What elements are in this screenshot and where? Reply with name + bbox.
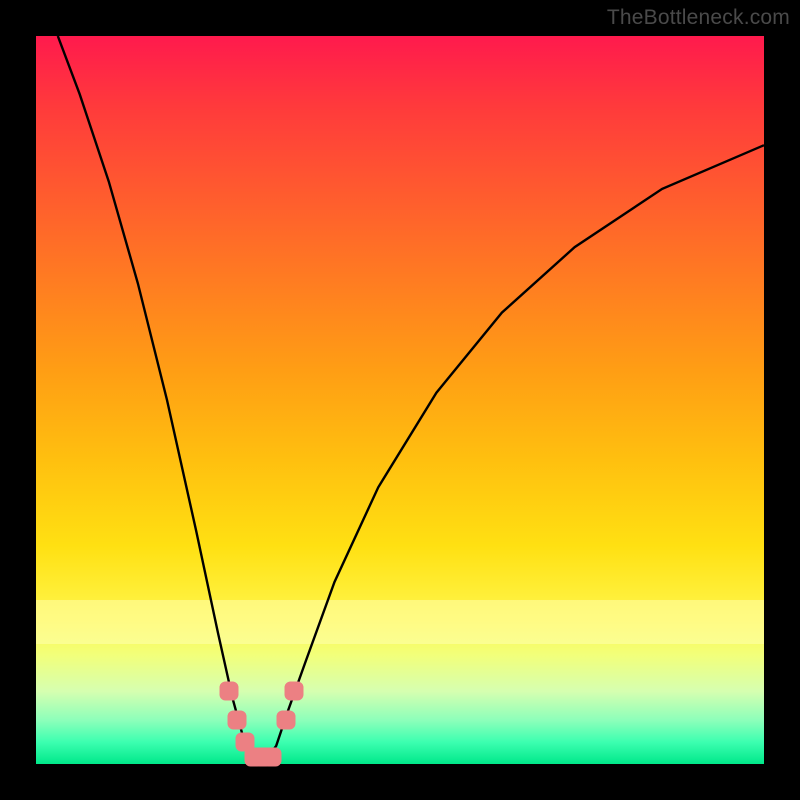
watermark-text: TheBottleneck.com (607, 6, 790, 30)
data-point (227, 711, 246, 730)
data-points-layer (36, 36, 764, 764)
data-point (219, 682, 238, 701)
data-point (277, 711, 296, 730)
data-point (262, 747, 281, 766)
plot-area (36, 36, 764, 764)
chart-frame: TheBottleneck.com (0, 0, 800, 800)
data-point (284, 682, 303, 701)
